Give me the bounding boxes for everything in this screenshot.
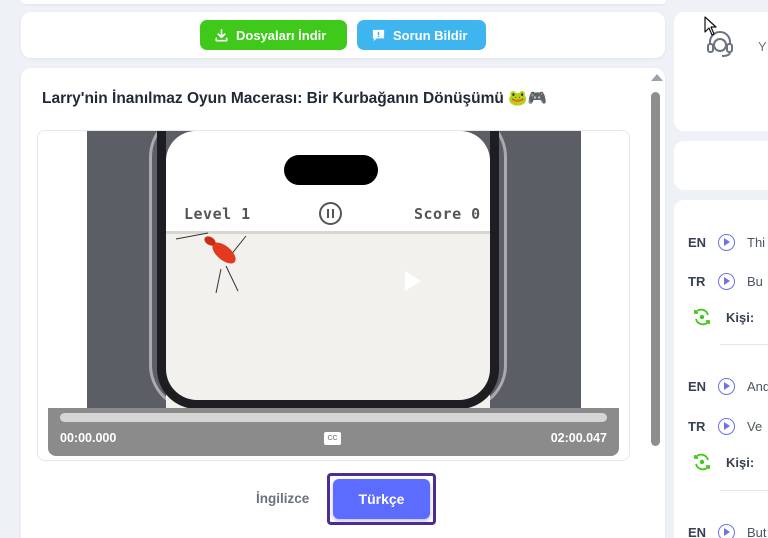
- play-audio-icon[interactable]: [718, 233, 735, 251]
- current-time: 00:00.000: [60, 431, 117, 445]
- video-controls: 00:00.000 CC 02:00.047: [48, 408, 619, 456]
- transcript-line: TR Ve: [688, 416, 762, 436]
- lang-code: EN: [688, 524, 707, 538]
- speaker-row: Kişi:: [692, 307, 754, 327]
- lang-code: TR: [688, 273, 706, 289]
- transcript-line: EN Thi: [688, 232, 765, 252]
- video-frame[interactable]: Level 1 Score 0: [87, 131, 581, 409]
- support-panel: Y: [674, 12, 768, 131]
- action-bar: Dosyaları İndir Sorun Bildir: [21, 12, 665, 58]
- mouse-cursor-icon: [704, 16, 717, 36]
- language-turkish-button[interactable]: Türkçe: [333, 479, 430, 519]
- play-audio-icon[interactable]: [718, 272, 735, 290]
- transcript-text: And: [747, 378, 768, 394]
- video-title: Larry'nin İnanılmaz Oyun Macerası: Bir K…: [42, 90, 547, 107]
- language-turkish-focus-ring: Türkçe: [327, 473, 436, 525]
- report-icon: [372, 29, 385, 41]
- language-english[interactable]: İngilizce: [256, 491, 309, 506]
- speaker-change-icon[interactable]: [692, 452, 712, 472]
- progress-bar[interactable]: [60, 413, 607, 422]
- lang-code: TR: [688, 418, 706, 434]
- transcript-text: But: [747, 524, 767, 538]
- closed-captions-icon[interactable]: CC: [324, 432, 341, 445]
- speaker-label: Kişi:: [726, 309, 755, 325]
- play-audio-icon[interactable]: [718, 523, 735, 538]
- report-issue-label: Sorun Bildir: [393, 27, 468, 43]
- download-icon: [215, 28, 228, 41]
- play-audio-icon[interactable]: [718, 417, 735, 435]
- play-audio-icon[interactable]: [718, 377, 735, 395]
- transcript-line: EN And: [688, 376, 768, 396]
- transcript-text: Bu: [747, 273, 763, 289]
- lang-code: EN: [688, 378, 707, 394]
- speaker-row: Kişi:: [692, 452, 754, 472]
- scrollbar[interactable]: [648, 68, 665, 538]
- scroll-up-arrow-icon[interactable]: [651, 74, 663, 81]
- video-panel: Larry'nin İnanılmaz Oyun Macerası: Bir K…: [21, 68, 665, 538]
- transcript-text: Ve: [747, 418, 763, 434]
- scrollbar-thumb[interactable]: [651, 92, 660, 446]
- language-switcher: İngilizce Türkçe: [21, 473, 641, 525]
- support-text: Y: [758, 39, 767, 54]
- report-issue-button[interactable]: Sorun Bildir: [357, 20, 486, 50]
- transcript-text: Thi: [747, 234, 766, 250]
- transcript-line: EN But: [688, 522, 767, 538]
- download-files-label: Dosyaları İndir: [236, 27, 327, 43]
- transcript-line: TR Bu: [688, 271, 763, 291]
- download-files-button[interactable]: Dosyaları İndir: [200, 20, 347, 50]
- video-player: Level 1 Score 0 00:00.000 CC 02:00.047: [37, 130, 630, 461]
- phone-bezel: [157, 131, 499, 409]
- speaker-change-icon[interactable]: [692, 307, 712, 327]
- speaker-label: Kişi:: [726, 454, 755, 470]
- top-panel-edge: [21, 0, 666, 4]
- side-panel-middle: [674, 141, 768, 190]
- duration: 02:00.047: [550, 431, 607, 445]
- transcript-panel: EN Thi TR Bu Kişi: EN And TR Ve Kişi: EN…: [674, 200, 768, 538]
- lang-code: EN: [688, 234, 707, 250]
